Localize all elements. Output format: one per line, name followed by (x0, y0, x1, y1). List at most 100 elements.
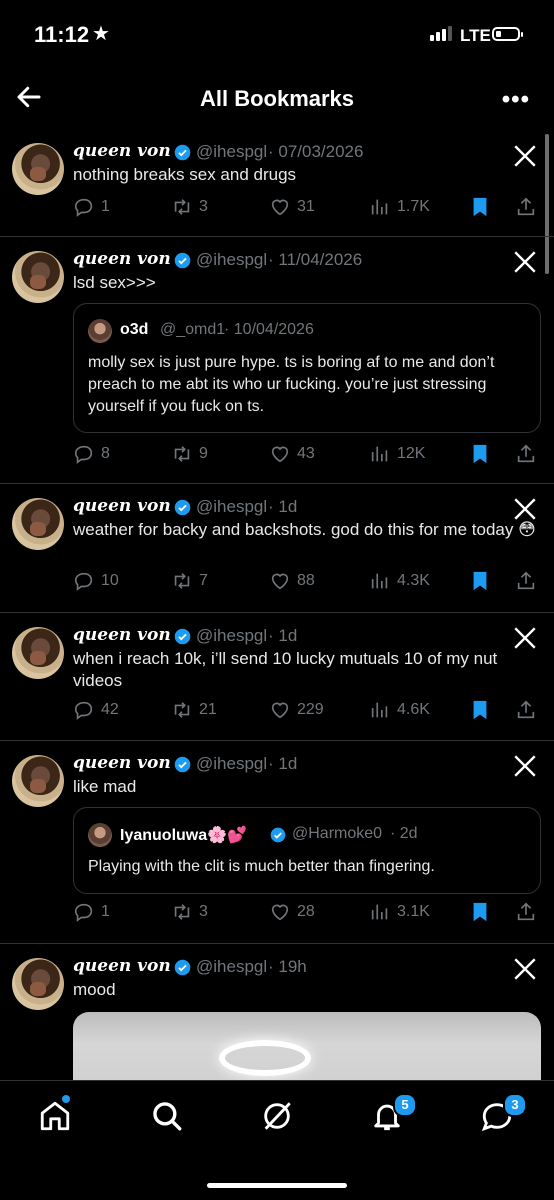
author-handle[interactable]: @ihespgl (196, 754, 267, 774)
reply-count: 1 (101, 198, 110, 215)
views-button[interactable]: 12K (369, 443, 425, 465)
quoted-author-name[interactable]: o3d (120, 321, 148, 339)
retweet-icon (174, 199, 190, 215)
like-button[interactable]: 43 (269, 443, 315, 465)
verified-badge-icon (270, 827, 286, 843)
like-count: 31 (297, 198, 315, 215)
reply-button[interactable]: 10 (73, 570, 119, 592)
more-options-icon[interactable]: ••• (502, 86, 530, 114)
author-handle[interactable]: @ihespgl (196, 626, 267, 646)
views-icon (371, 904, 388, 920)
top-header: All Bookmarks ••• (0, 70, 554, 130)
avatar[interactable] (12, 143, 64, 195)
like-button[interactable]: 31 (269, 196, 315, 218)
author-name[interactable]: queen von (73, 753, 171, 773)
tweet[interactable]: queen von @ihespgl · 11/04/2026 lsd sex>… (0, 237, 554, 484)
share-icon (517, 902, 535, 921)
reply-icon (74, 701, 93, 720)
bookmark-button[interactable] (469, 901, 491, 923)
ceiling-light (219, 1040, 311, 1076)
like-button[interactable]: 229 (269, 699, 324, 721)
share-button[interactable] (515, 196, 537, 218)
bookmark-button[interactable] (469, 699, 491, 721)
reply-icon (74, 198, 93, 217)
share-button[interactable] (515, 699, 537, 721)
tweet-text: when i reach 10k, i’ll send 10 lucky mut… (73, 649, 498, 690)
home-new-dot (62, 1095, 70, 1103)
reply-icon (74, 903, 93, 922)
author-handle[interactable]: @ihespgl (196, 497, 267, 517)
tweet[interactable]: queen von @ihespgl · 1d like mad Iyanuol… (0, 741, 554, 944)
author-name[interactable]: queen von (73, 625, 171, 645)
bookmark-filled-icon (473, 197, 487, 217)
author-name[interactable]: queen von (73, 496, 171, 516)
search-icon[interactable] (150, 1099, 184, 1133)
bookmark-button[interactable] (469, 443, 491, 465)
reply-button[interactable]: 1 (73, 901, 110, 923)
bookmark-button[interactable] (469, 570, 491, 592)
retweet-button[interactable]: 9 (171, 443, 208, 465)
status-bar: 11:12 ★ LTE (0, 0, 554, 70)
like-button[interactable]: 28 (269, 901, 315, 923)
tweet[interactable]: queen von @ihespgl · 1d when i reach 10k… (0, 613, 554, 741)
tweet[interactable]: queen von @ihespgl · 07/03/2026 nothing … (0, 135, 554, 237)
share-button[interactable] (515, 570, 537, 592)
star-icon: ★ (92, 23, 110, 45)
tweet-text: lsd sex>>> (73, 273, 156, 292)
retweet-button[interactable]: 7 (171, 570, 208, 592)
author-handle[interactable]: @ihespgl (196, 250, 267, 270)
author-name[interactable]: queen von (73, 249, 171, 269)
quoted-tweet[interactable]: o3d @_omd1 · 10/04/2026 molly sex is jus… (73, 303, 541, 433)
reply-icon (74, 445, 93, 464)
views-button[interactable]: 1.7K (369, 196, 430, 218)
quoted-author-handle[interactable]: @_omd1 (160, 321, 225, 339)
reply-count: 42 (101, 701, 119, 718)
heart-icon (271, 199, 289, 216)
status-time: 11:12 (34, 22, 90, 47)
avatar[interactable] (12, 958, 64, 1010)
retweet-icon (174, 702, 190, 718)
tweet-text: like mad (73, 777, 137, 796)
share-button[interactable] (515, 901, 537, 923)
author-name[interactable]: queen von (73, 956, 171, 976)
share-icon (517, 700, 535, 719)
share-button[interactable] (515, 443, 537, 465)
views-button[interactable]: 4.3K (369, 570, 430, 592)
quoted-avatar[interactable] (88, 319, 112, 343)
tweet[interactable]: queen von @ihespgl · 1d weather for back… (0, 484, 554, 613)
author-name[interactable]: queen von (73, 141, 171, 161)
quoted-avatar[interactable] (88, 823, 112, 847)
retweet-button[interactable]: 3 (171, 196, 208, 218)
like-count: 229 (297, 701, 324, 718)
retweet-count: 3 (199, 903, 208, 920)
quoted-author-handle[interactable]: @Harmoke0 (292, 825, 382, 843)
grok-icon[interactable] (260, 1099, 294, 1133)
retweet-icon (174, 573, 190, 589)
author-handle[interactable]: @ihespgl (196, 957, 267, 977)
retweet-button[interactable]: 21 (171, 699, 217, 721)
avatar[interactable] (12, 498, 64, 550)
reply-button[interactable]: 1 (73, 196, 110, 218)
author-handle[interactable]: @ihespgl (196, 142, 267, 162)
views-button[interactable]: 3.1K (369, 901, 430, 923)
home-icon[interactable] (38, 1099, 72, 1133)
avatar[interactable] (12, 755, 64, 807)
retweet-button[interactable]: 3 (171, 901, 208, 923)
views-button[interactable]: 4.6K (369, 699, 430, 721)
messages-badge: 3 (503, 1093, 527, 1117)
view-count: 12K (397, 445, 426, 462)
bookmark-button[interactable] (469, 196, 491, 218)
signal-icon (430, 26, 452, 41)
reply-button[interactable]: 8 (73, 443, 110, 465)
like-button[interactable]: 88 (269, 570, 315, 592)
retweet-icon (174, 446, 190, 462)
tweet-actions: 1 3 31 1.7K (73, 196, 543, 222)
reply-count: 8 (101, 445, 110, 462)
reply-button[interactable]: 42 (73, 699, 119, 721)
quoted-author-name[interactable]: Iyanuoluwa🌸💕 (120, 825, 247, 845)
avatar[interactable] (12, 251, 64, 303)
avatar[interactable] (12, 627, 64, 679)
quoted-tweet[interactable]: Iyanuoluwa🌸💕 @Harmoke0 · 2d Playing with… (73, 807, 541, 894)
retweet-count: 21 (199, 701, 217, 718)
tweet-date: · 07/03/2026 (268, 142, 364, 161)
